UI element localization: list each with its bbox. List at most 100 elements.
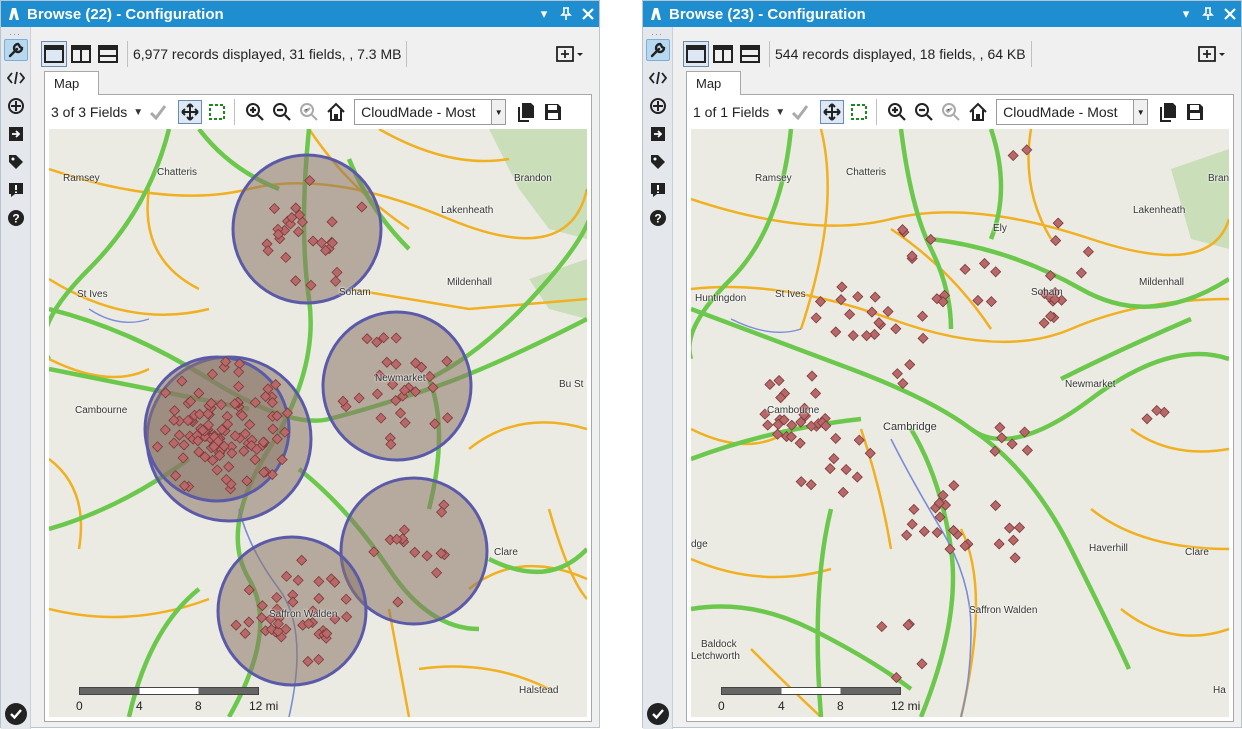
location-marker[interactable] bbox=[1050, 235, 1062, 247]
zoom-in-icon[interactable] bbox=[885, 100, 909, 124]
location-marker[interactable] bbox=[795, 476, 807, 488]
help-icon[interactable]: ? bbox=[4, 207, 28, 229]
location-marker[interactable] bbox=[794, 437, 806, 449]
fields-selector[interactable]: 1 of 1 Fields bbox=[693, 104, 769, 120]
location-marker[interactable] bbox=[824, 463, 836, 475]
zoom-to-selection-icon[interactable] bbox=[297, 100, 321, 124]
output-arrow-icon[interactable] bbox=[646, 123, 670, 145]
select-rectangle-icon[interactable] bbox=[847, 100, 871, 124]
location-marker[interactable] bbox=[830, 432, 842, 444]
add-view-dropdown-icon[interactable] bbox=[1197, 43, 1227, 65]
location-marker[interactable] bbox=[869, 291, 881, 303]
split-horizontal-view-icon[interactable] bbox=[737, 41, 763, 67]
single-view-icon[interactable] bbox=[683, 41, 709, 67]
annotation-tag-icon[interactable] bbox=[4, 151, 28, 173]
map-canvas[interactable]: Ramsey Chatteris Brand Lakenheath Ely Mi… bbox=[691, 129, 1229, 717]
location-marker[interactable] bbox=[851, 471, 863, 483]
add-view-dropdown-icon[interactable] bbox=[555, 43, 585, 65]
location-marker[interactable] bbox=[890, 323, 902, 335]
location-marker[interactable] bbox=[1052, 217, 1064, 229]
split-vertical-view-icon[interactable] bbox=[68, 41, 94, 67]
close-icon[interactable] bbox=[1219, 3, 1241, 25]
close-icon[interactable] bbox=[577, 3, 599, 25]
split-horizontal-view-icon[interactable] bbox=[95, 41, 121, 67]
pan-tool-icon[interactable] bbox=[178, 100, 203, 124]
location-marker[interactable] bbox=[810, 312, 822, 324]
xml-code-icon[interactable] bbox=[646, 67, 670, 89]
pin-icon[interactable] bbox=[1197, 3, 1219, 25]
location-marker[interactable] bbox=[847, 330, 859, 342]
location-marker[interactable] bbox=[990, 266, 1002, 278]
apply-check-icon[interactable] bbox=[788, 100, 812, 124]
location-marker[interactable] bbox=[828, 453, 840, 465]
location-marker[interactable] bbox=[1021, 444, 1033, 456]
location-marker[interactable] bbox=[840, 463, 852, 476]
location-marker[interactable] bbox=[901, 529, 913, 541]
basemap-select[interactable]: CloudMade - Most ▼ bbox=[354, 99, 507, 125]
location-marker[interactable] bbox=[1009, 552, 1021, 564]
location-marker[interactable] bbox=[948, 479, 960, 492]
window-titlebar[interactable]: Browse (22) - Configuration ▾ bbox=[1, 1, 599, 27]
location-marker[interactable] bbox=[810, 387, 822, 399]
location-marker[interactable] bbox=[1141, 413, 1153, 425]
window-menu-dropdown-icon[interactable]: ▾ bbox=[533, 3, 555, 25]
location-marker[interactable] bbox=[1151, 404, 1163, 417]
basemap-dropdown-arrow-icon[interactable]: ▼ bbox=[491, 100, 506, 124]
location-marker[interactable] bbox=[837, 486, 849, 498]
apply-check-icon[interactable] bbox=[146, 100, 170, 124]
basemap-select[interactable]: CloudMade - Most ▼ bbox=[996, 99, 1149, 125]
location-marker[interactable] bbox=[917, 332, 929, 344]
location-marker[interactable] bbox=[852, 291, 864, 303]
output-arrow-icon[interactable] bbox=[4, 123, 28, 145]
location-marker[interactable] bbox=[876, 621, 888, 633]
meta-info-icon[interactable] bbox=[646, 95, 670, 117]
location-marker[interactable] bbox=[916, 658, 928, 670]
location-marker[interactable] bbox=[918, 525, 930, 538]
xml-code-icon[interactable] bbox=[4, 67, 28, 89]
location-marker[interactable] bbox=[972, 294, 984, 307]
tab-map[interactable]: Map bbox=[44, 71, 99, 95]
configuration-wrench-icon[interactable] bbox=[646, 39, 670, 61]
warning-messages-icon[interactable] bbox=[646, 179, 670, 201]
location-marker[interactable] bbox=[836, 281, 848, 293]
location-marker[interactable] bbox=[1038, 317, 1050, 329]
location-marker[interactable] bbox=[978, 257, 991, 270]
home-extent-icon[interactable] bbox=[324, 100, 348, 124]
location-marker[interactable] bbox=[906, 518, 918, 530]
tab-map[interactable]: Map bbox=[686, 71, 741, 95]
location-marker[interactable] bbox=[959, 263, 971, 275]
location-marker[interactable] bbox=[882, 305, 894, 318]
fields-dropdown-arrow-icon[interactable]: ▼ bbox=[775, 107, 785, 118]
location-marker[interactable] bbox=[1007, 534, 1019, 546]
location-marker[interactable] bbox=[996, 432, 1008, 444]
pin-icon[interactable] bbox=[555, 3, 577, 25]
location-marker[interactable] bbox=[764, 378, 776, 391]
configuration-wrench-icon[interactable] bbox=[4, 39, 28, 61]
location-marker[interactable] bbox=[985, 296, 997, 308]
pan-tool-icon[interactable] bbox=[820, 100, 845, 124]
zoom-to-selection-icon[interactable] bbox=[939, 100, 963, 124]
location-marker[interactable] bbox=[904, 359, 916, 371]
save-icon[interactable] bbox=[1183, 100, 1207, 124]
location-marker[interactable] bbox=[1013, 521, 1026, 534]
location-marker[interactable] bbox=[1021, 144, 1033, 156]
copy-icon[interactable] bbox=[1156, 100, 1180, 124]
fields-selector[interactable]: 3 of 3 Fields bbox=[51, 104, 127, 120]
save-icon[interactable] bbox=[541, 100, 565, 124]
location-marker[interactable] bbox=[1158, 406, 1170, 418]
location-marker[interactable] bbox=[806, 370, 818, 382]
location-marker[interactable] bbox=[1007, 149, 1019, 162]
zoom-out-icon[interactable] bbox=[270, 100, 294, 124]
location-marker[interactable] bbox=[861, 330, 873, 342]
location-marker[interactable] bbox=[1003, 522, 1016, 534]
copy-icon[interactable] bbox=[514, 100, 538, 124]
single-view-icon[interactable] bbox=[41, 41, 67, 67]
window-titlebar[interactable]: Browse (23) - Configuration ▾ bbox=[643, 1, 1241, 27]
location-marker[interactable] bbox=[891, 368, 903, 380]
home-extent-icon[interactable] bbox=[966, 100, 990, 124]
location-marker[interactable] bbox=[805, 479, 817, 491]
zoom-out-icon[interactable] bbox=[912, 100, 936, 124]
location-marker[interactable] bbox=[1075, 267, 1087, 279]
location-marker[interactable] bbox=[762, 419, 774, 431]
location-marker[interactable] bbox=[908, 503, 920, 515]
